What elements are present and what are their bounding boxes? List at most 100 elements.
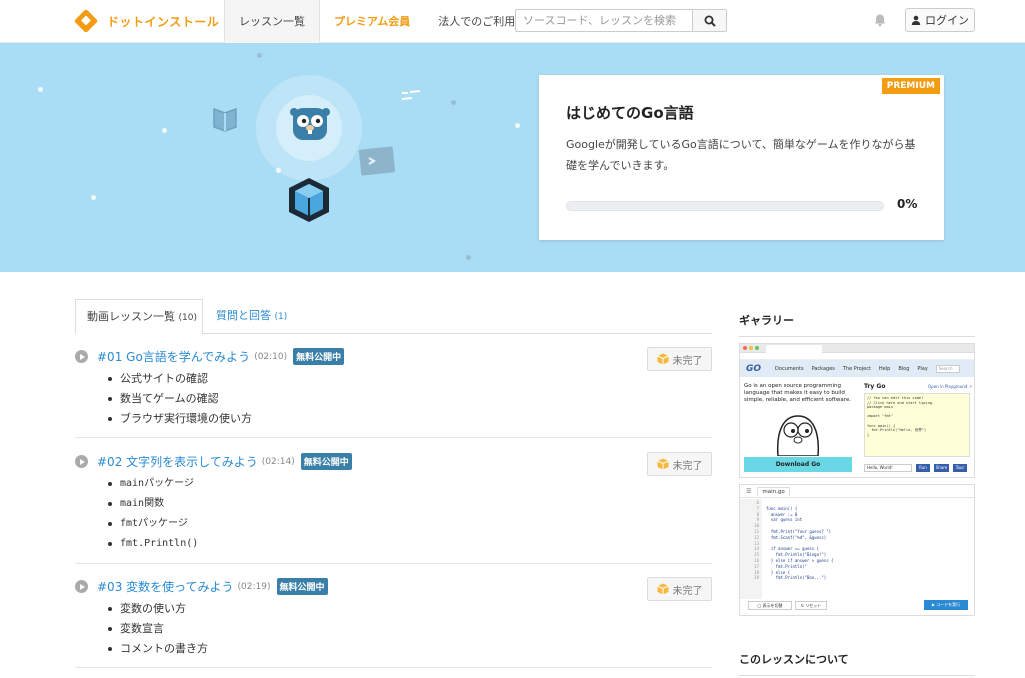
tour-button: Tour <box>953 464 967 472</box>
go-playground-code: // You can edit this code! // Click here… <box>864 393 970 457</box>
lesson-item: #02 文字列を表示してみよう (02:14) 無料公開中 未完了 mainパッ… <box>75 452 712 564</box>
lesson-header: #01 Go言語を学んでみよう (02:10) 無料公開中 <box>75 348 345 365</box>
nav-premium[interactable]: プレミアム会員 <box>320 0 424 43</box>
tab-video-lessons[interactable]: 動画レッスン一覧 (10) <box>75 299 203 334</box>
completion-button[interactable]: 未完了 <box>647 452 712 476</box>
search-button[interactable] <box>693 9 727 32</box>
line-numbers: 6 7 8 9 10 11 12 13 14 15 16 17 18 19 <box>740 499 762 599</box>
lesson-header: #03 変数を使ってみよう (02:19) 無料公開中 <box>75 578 328 595</box>
tab-label: 質問と回答 <box>216 309 271 322</box>
completion-button[interactable]: 未完了 <box>647 577 712 601</box>
topic-item: 数当てゲームの確認 <box>108 389 252 409</box>
cube-icon <box>656 353 669 365</box>
topic-item: mainパッケージ <box>108 474 198 494</box>
topic-list: mainパッケージ main関数 fmtパッケージ fmt.Println() <box>108 474 198 554</box>
cube-icon <box>289 178 329 222</box>
header: ドットインストール レッスン一覧 プレミアム会員 法人でのご利用 ログイン <box>0 0 1025 43</box>
tab-qa[interactable]: 質問と回答 (1) <box>205 299 298 334</box>
topic-item: コメントの書き方 <box>108 639 208 659</box>
free-badge: 無料公開中 <box>300 453 352 470</box>
gallery-screenshot-editor[interactable]: ☰ main.go 6 7 8 9 10 11 12 13 14 15 16 17 18 19 func … <box>739 484 975 616</box>
go-search-box: Search <box>935 364 960 373</box>
tab-count: (1) <box>274 312 288 322</box>
gopher-illustration <box>776 415 820 456</box>
go-site-nav: GO Documents Packages The Project Help B… <box>740 360 974 377</box>
gopher-icon <box>290 108 330 140</box>
completion-label: 未完了 <box>672 585 703 597</box>
lesson-item: #01 Go言語を学んでみよう (02:10) 無料公開中 未完了 公式サイトの… <box>75 347 712 438</box>
hero-dot <box>515 123 520 128</box>
editor-tab-bar: ☰ main.go <box>740 485 974 498</box>
logo-text: ドットインストール <box>107 14 220 29</box>
completion-button[interactable]: 未完了 <box>647 347 712 371</box>
tab-label: 動画レッスン一覧 <box>87 310 175 323</box>
browser-tab <box>766 345 822 353</box>
lesson-item: #03 変数を使ってみよう (02:19) 無料公開中 未完了 変数の使い方 変… <box>75 577 712 668</box>
lesson-duration: (02:14) <box>261 456 295 467</box>
terminal-icon <box>358 146 396 176</box>
download-go-button: Download Go <box>744 457 852 472</box>
go-nav-item: Packages <box>811 365 835 372</box>
main-nav: レッスン一覧 プレミアム会員 法人でのご利用 <box>224 0 529 43</box>
logo[interactable]: ドットインストール <box>73 8 220 34</box>
topic-item: ブラウザ実行環境の使い方 <box>108 409 252 429</box>
play-icon[interactable] <box>75 455 88 468</box>
user-icon <box>911 15 921 25</box>
topic-item: 変数宣言 <box>108 619 208 639</box>
go-nav-item: Play <box>917 365 928 372</box>
free-badge: 無料公開中 <box>293 348 345 365</box>
window-dot <box>755 346 759 350</box>
window-dot <box>743 346 747 350</box>
go-tagline: Go is an open source programming languag… <box>744 383 851 403</box>
premium-badge: PREMIUM <box>881 78 940 94</box>
cube-logo-icon <box>73 8 99 34</box>
book-icon <box>213 107 237 132</box>
topic-item: fmt.Println() <box>108 534 198 554</box>
editor-code: func main() { answer := 8 var guess int … <box>766 505 834 581</box>
try-go-title: Try Go <box>864 383 886 390</box>
topic-list: 公式サイトの確認 数当てゲームの確認 ブラウザ実行環境の使い方 <box>108 369 252 429</box>
topic-list: 変数の使い方 変数宣言 コメントの書き方 <box>108 599 208 659</box>
bell-icon[interactable] <box>873 13 887 27</box>
address-bar <box>740 353 974 360</box>
topic-item: main関数 <box>108 494 198 514</box>
completion-label: 未完了 <box>672 355 703 367</box>
gallery-screenshot-golang[interactable]: GO Documents Packages The Project Help B… <box>739 343 975 478</box>
course-description: Googleが開発しているGo言語について、簡単なゲームを作りながら基礎を学んで… <box>566 138 916 172</box>
go-nav-item: Blog <box>898 365 910 372</box>
hero-dot <box>451 100 456 105</box>
tab-count: (10) <box>178 313 197 323</box>
lesson-title-link[interactable]: #03 変数を使ってみよう <box>97 578 234 595</box>
line-number: 19 <box>754 575 759 581</box>
play-icon[interactable] <box>75 580 88 593</box>
hero-dot <box>91 195 96 200</box>
run-button: Run <box>916 464 930 472</box>
topic-item: fmtパッケージ <box>108 514 198 534</box>
progress-bar <box>566 201 884 211</box>
nav-lessons[interactable]: レッスン一覧 <box>224 0 320 43</box>
topic-item: 変数の使い方 <box>108 599 208 619</box>
window-dot <box>749 346 753 350</box>
code-editor: 6 7 8 9 10 11 12 13 14 15 16 17 18 19 func main() { a… <box>740 499 974 599</box>
cube-icon <box>656 458 669 470</box>
run-code-button: ▶ コードを実行 <box>924 600 968 610</box>
lesson-title-link[interactable]: #02 文字列を表示してみよう <box>97 453 258 470</box>
course-card: PREMIUM はじめてのGo言語 Googleが開発しているGo言語について、… <box>539 75 944 240</box>
play-icon[interactable] <box>75 350 88 363</box>
go-nav-item: Documents <box>775 365 804 372</box>
login-button[interactable]: ログイン <box>905 8 975 32</box>
search-icon <box>704 15 716 27</box>
toggle-view-label: 表示を切替 <box>762 603 783 608</box>
lesson-title-link[interactable]: #01 Go言語を学んでみよう <box>97 348 250 365</box>
course-title: はじめてのGo言語 <box>566 104 694 122</box>
open-in-playground-link: Open in Playground ↗ <box>928 384 972 389</box>
share-button: Share <box>934 464 949 472</box>
search-input[interactable] <box>515 9 693 32</box>
progress-label: 0% <box>897 197 918 211</box>
go-nav-item: The Project <box>842 365 871 372</box>
nav-business[interactable]: 法人でのご利用 <box>424 0 529 43</box>
go-logo: GO <box>746 363 762 374</box>
go-nav-item: Help <box>878 365 891 372</box>
gallery-heading: ギャラリー <box>739 312 975 337</box>
login-label: ログイン <box>925 14 969 27</box>
